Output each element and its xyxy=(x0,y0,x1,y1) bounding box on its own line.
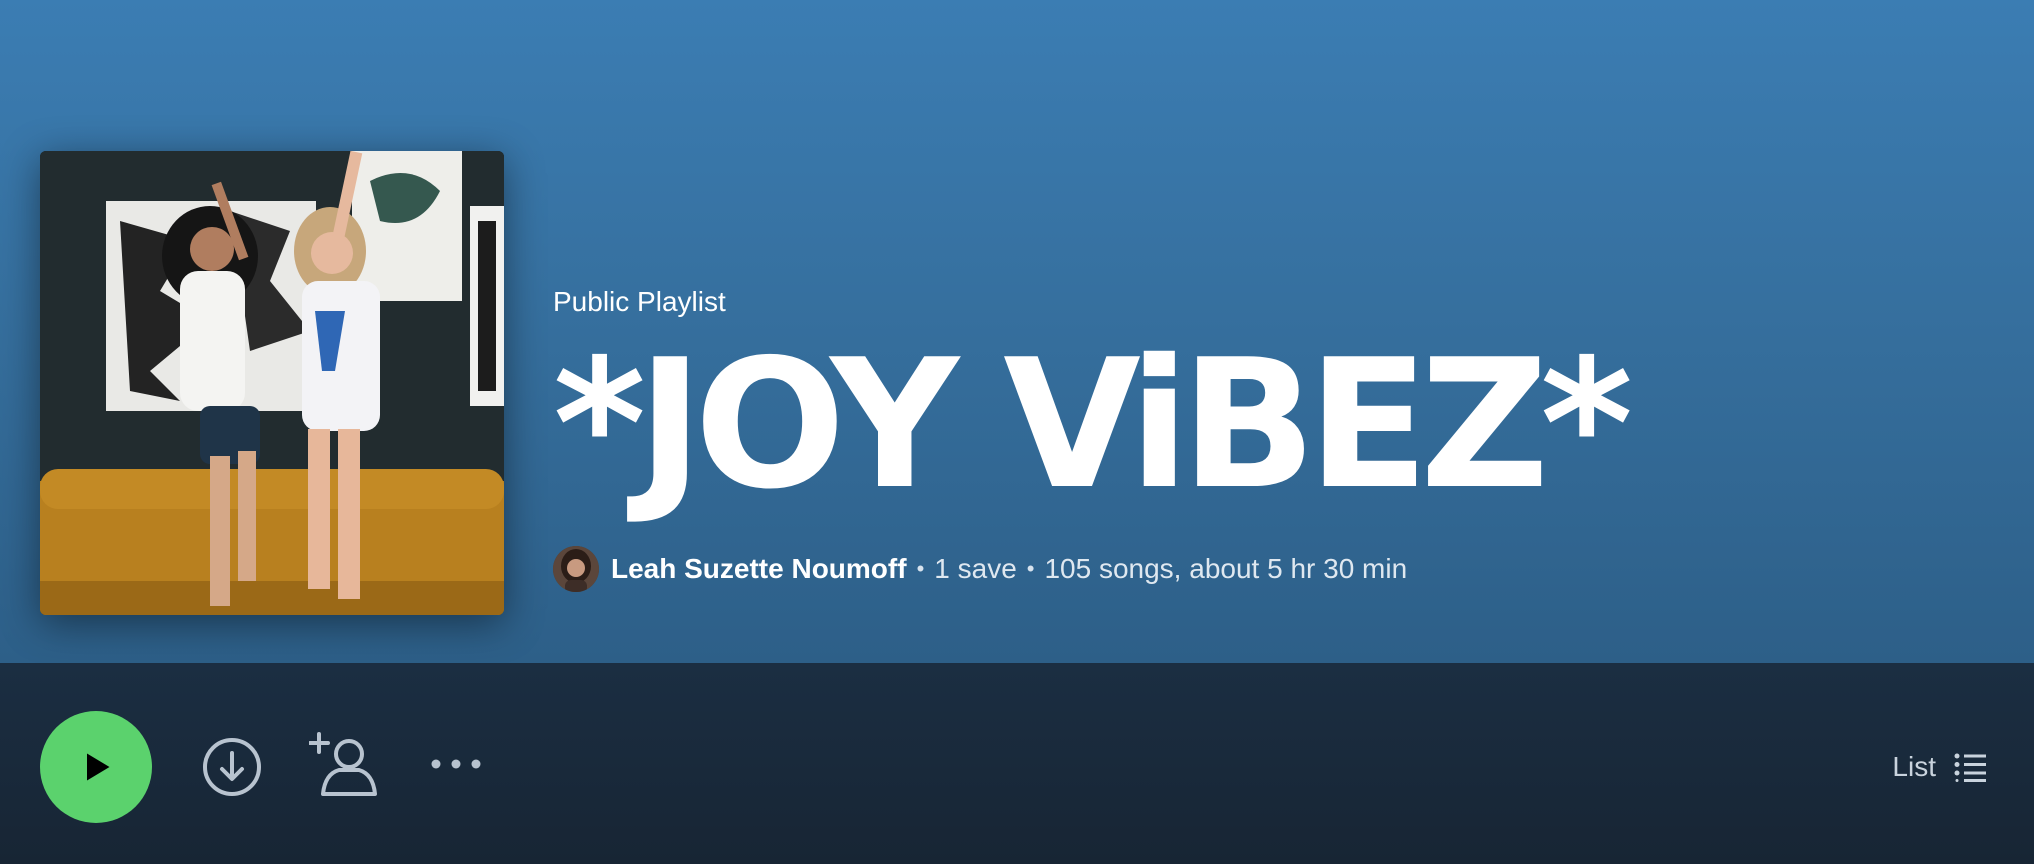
add-user-icon xyxy=(309,732,377,796)
play-icon xyxy=(87,753,110,781)
meta-separator: • xyxy=(916,556,925,581)
more-dots-icon xyxy=(431,759,481,769)
owner-avatar[interactable] xyxy=(553,546,599,592)
playlist-meta: Leah Suzette Noumoff • 1 save • 105 song… xyxy=(553,544,1993,594)
meta-separator: • xyxy=(1026,556,1035,581)
action-bar: List xyxy=(0,663,2034,864)
playlist-cover-image[interactable] xyxy=(40,151,504,615)
playlist-stats: 105 songs, about 5 hr 30 min xyxy=(1044,553,1408,584)
playlist-title[interactable]: *JOY ViBEZ* xyxy=(553,330,1993,520)
view-mode-toggle[interactable]: List xyxy=(1892,749,1986,785)
list-view-icon xyxy=(1954,752,1986,782)
save-count: 1 save xyxy=(934,553,1017,584)
playlist-type-label: Public Playlist xyxy=(553,286,726,317)
play-button[interactable] xyxy=(40,711,152,823)
more-options-button[interactable] xyxy=(428,749,484,779)
download-icon xyxy=(203,738,261,796)
owner-name-link[interactable]: Leah Suzette Noumoff xyxy=(611,553,907,585)
playlist-header: Public Playlist *JOY ViBEZ* Leah Suzette… xyxy=(0,0,2034,663)
playlist-info: Public Playlist *JOY ViBEZ* Leah Suzette… xyxy=(553,280,1993,594)
download-button[interactable] xyxy=(200,735,264,799)
add-user-button[interactable] xyxy=(308,731,380,799)
view-mode-label: List xyxy=(1892,751,1936,782)
